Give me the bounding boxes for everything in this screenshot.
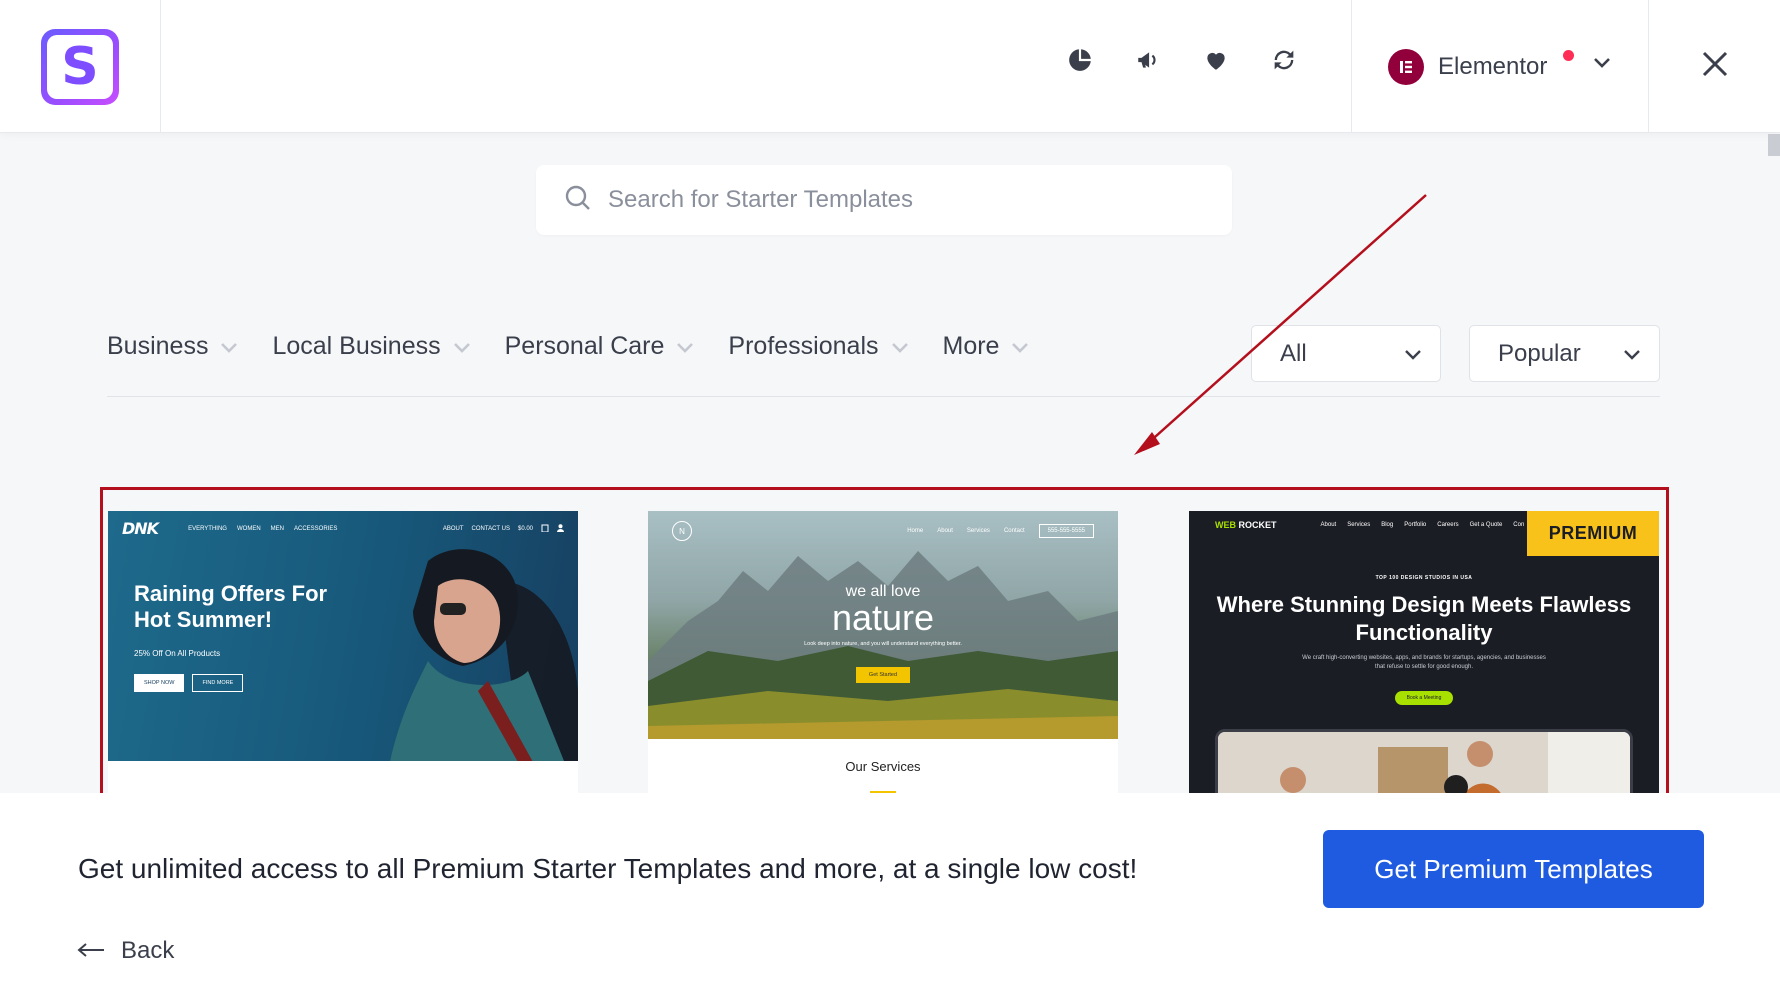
top-header: S Elementor — [0, 0, 1780, 133]
type-select-value: All — [1280, 339, 1307, 367]
starter-templates-logo: S — [41, 28, 119, 105]
get-premium-templates-button[interactable]: Get Premium Templates — [1323, 830, 1704, 908]
back-button[interactable]: Back — [77, 937, 174, 965]
sync-icon[interactable] — [1264, 40, 1304, 80]
close-button[interactable] — [1649, 0, 1780, 133]
filter-label: Professionals — [728, 332, 879, 360]
chevron-down-icon — [1011, 332, 1029, 361]
premium-promo-bar: Get unlimited access to all Premium Star… — [0, 793, 1780, 1000]
highlight-box-annotation — [100, 487, 1669, 809]
filter-local-business[interactable]: Local Business — [272, 332, 470, 361]
search-icon — [564, 184, 592, 217]
sort-select-value: Popular — [1498, 339, 1581, 367]
filter-label: Personal Care — [504, 332, 665, 360]
chevron-down-icon — [1404, 340, 1422, 368]
chevron-down-icon — [891, 332, 909, 361]
promo-text: Get unlimited access to all Premium Star… — [78, 853, 1138, 884]
chevron-down-icon — [453, 332, 471, 361]
filter-label: More — [942, 332, 1000, 360]
megaphone-icon[interactable] — [1128, 40, 1168, 80]
search-bar — [536, 165, 1232, 235]
close-icon — [1700, 49, 1730, 84]
filter-more[interactable]: More — [943, 332, 1030, 361]
app-logo-cell: S — [0, 0, 161, 133]
filter-professionals[interactable]: Professionals — [728, 332, 908, 361]
category-filters: Business Local Business Personal Care Pr… — [107, 332, 1029, 361]
chevron-down-icon — [220, 332, 238, 361]
chevron-down-icon — [1592, 56, 1612, 75]
scrollbar-thumb[interactable] — [1768, 134, 1780, 156]
elementor-logo-icon — [1388, 48, 1424, 85]
pie-chart-icon[interactable] — [1060, 40, 1100, 80]
filter-business[interactable]: Business — [107, 332, 238, 361]
notification-dot — [1563, 50, 1574, 61]
heart-icon[interactable] — [1196, 40, 1236, 80]
builder-name: Elementor — [1438, 52, 1548, 80]
filter-label: Local Business — [272, 332, 441, 360]
filter-personal-care[interactable]: Personal Care — [505, 332, 695, 361]
filter-divider — [107, 396, 1660, 397]
sort-select[interactable]: Popular — [1469, 325, 1660, 382]
filter-label: Business — [107, 332, 209, 360]
back-label: Back — [121, 937, 175, 964]
header-icon-group — [1060, 40, 1304, 80]
arrow-left-icon — [77, 937, 105, 965]
search-input[interactable] — [608, 186, 1208, 214]
chevron-down-icon — [676, 332, 694, 361]
chevron-down-icon — [1623, 340, 1641, 368]
page-builder-selector[interactable]: Elementor — [1351, 0, 1649, 133]
type-select[interactable]: All — [1251, 325, 1441, 382]
